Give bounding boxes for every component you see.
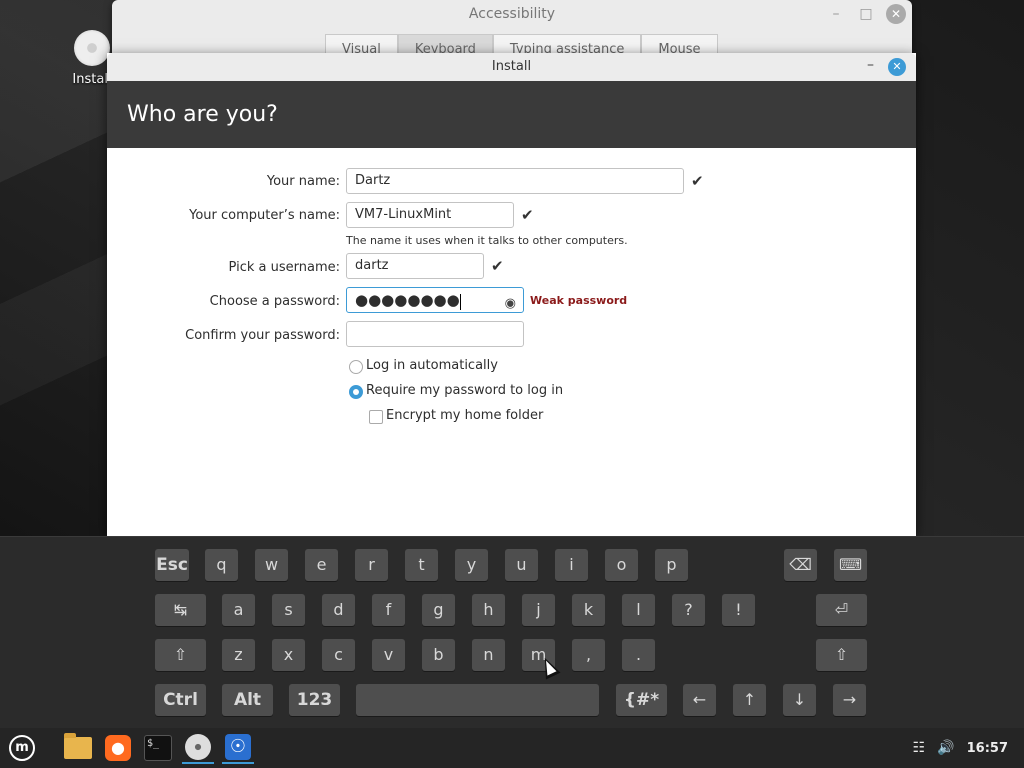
key-c[interactable]: c [322,639,355,671]
name-valid-check-icon: ✔ [691,172,704,190]
auto-login-label[interactable]: Log in automatically [366,358,498,373]
mint-menu-button[interactable]: m [6,732,38,764]
terminal-icon: $_ [144,735,172,761]
volume-icon[interactable]: 🔊 [937,740,954,756]
key-q[interactable]: q [205,549,238,581]
arrow-up-key-icon[interactable]: ↑ [733,684,766,716]
key-symbols[interactable]: {#* [616,684,667,716]
key-b[interactable]: b [422,639,455,671]
arrow-down-key-icon[interactable]: ↓ [783,684,816,716]
key-p[interactable]: p [655,549,688,581]
shift-left-key-icon[interactable]: ⇧ [155,639,206,671]
username-input[interactable]: dartz [346,253,484,279]
confirm-password-label: Confirm your password: [185,328,340,343]
key-123[interactable]: 123 [289,684,340,716]
key-k[interactable]: k [572,594,605,626]
require-password-radio[interactable] [349,385,363,399]
key-d[interactable]: d [322,594,355,626]
key-ctrl[interactable]: Ctrl [155,684,206,716]
window-title: Accessibility [468,6,556,22]
cd-icon [74,30,110,66]
installer-icon [185,734,211,760]
shift-right-key-icon[interactable]: ⇧ [816,639,867,671]
taskbar: m ● $_ ☉ ☷ 🔊 16:57 [0,728,1024,768]
window-title: Install [491,59,532,74]
computer-name-hint: The name it uses when it talks to other … [346,234,628,247]
clock[interactable]: 16:57 [967,741,1008,756]
install-window: Install – ✕ Who are you? Your name: Dart… [107,53,916,536]
name-label: Your name: [266,174,340,189]
key-x[interactable]: x [272,639,305,671]
minimize-icon[interactable]: – [826,6,846,22]
computer-name-valid-check-icon: ✔ [521,206,534,224]
key-n[interactable]: n [472,639,505,671]
key-t[interactable]: t [405,549,438,581]
key-l[interactable]: l [622,594,655,626]
tab-key-icon[interactable]: ↹ [155,594,206,626]
enter-key-icon[interactable]: ⏎ [816,594,867,626]
computer-name-input[interactable]: VM7-LinuxMint [346,202,514,228]
name-input[interactable]: Dartz [346,168,684,194]
mint-menu-icon: m [9,735,35,761]
system-tray: ☷ 🔊 16:57 [913,728,1008,768]
accessibility-taskbar-button[interactable]: ☉ [222,732,254,764]
key-w[interactable]: w [255,549,288,581]
key-g[interactable]: g [422,594,455,626]
terminal-launcher[interactable]: $_ [142,732,174,764]
keyboard-layout-key-icon[interactable]: ⌨ [834,549,867,581]
arrow-right-key-icon[interactable]: → [833,684,866,716]
key-r[interactable]: r [355,549,388,581]
key-question[interactable]: ? [672,594,705,626]
close-icon[interactable]: ✕ [886,4,906,24]
key-comma[interactable]: , [572,639,605,671]
key-esc[interactable]: Esc [155,549,189,581]
username-label: Pick a username: [228,260,340,275]
key-j[interactable]: j [522,594,555,626]
key-alt[interactable]: Alt [222,684,273,716]
key-h[interactable]: h [472,594,505,626]
key-f[interactable]: f [372,594,405,626]
on-screen-keyboard: Esc q w e r t y u i o p ⌫ ⌨ ↹ a s d f g … [0,536,1024,729]
maximize-icon[interactable]: □ [856,6,876,22]
key-v[interactable]: v [372,639,405,671]
key-y[interactable]: y [455,549,488,581]
username-valid-check-icon: ✔ [491,257,504,275]
password-input[interactable]: ●●●●●●●● ◉ [346,287,524,313]
desktop: Install Accessibility – □ ✕ Visual Keybo… [0,0,1024,536]
key-e[interactable]: e [305,549,338,581]
key-i[interactable]: i [555,549,588,581]
encrypt-home-checkbox[interactable] [369,410,383,424]
page-title: Who are you? [107,81,916,148]
key-period[interactable]: . [622,639,655,671]
accessibility-icon: ☉ [225,734,251,760]
computer-name-label: Your computer’s name: [189,208,340,223]
key-z[interactable]: z [222,639,255,671]
require-password-label[interactable]: Require my password to log in [366,383,563,398]
files-launcher[interactable] [62,732,94,764]
network-icon[interactable]: ☷ [913,740,926,756]
password-dots: ●●●●●●●● [355,291,460,309]
show-password-eye-icon[interactable]: ◉ [505,292,516,316]
accessibility-window: Accessibility – □ ✕ Visual Keyboard Typi… [112,0,912,61]
key-u[interactable]: u [505,549,538,581]
key-exclamation[interactable]: ! [722,594,755,626]
key-s[interactable]: s [272,594,305,626]
backspace-key-icon[interactable]: ⌫ [784,549,817,581]
encrypt-home-label[interactable]: Encrypt my home folder [386,408,543,423]
close-icon[interactable]: ✕ [888,58,906,76]
firefox-icon: ● [105,735,131,761]
confirm-password-input[interactable] [346,321,524,347]
key-o[interactable]: o [605,549,638,581]
password-label: Choose a password: [209,294,340,309]
auto-login-radio[interactable] [349,360,363,374]
files-icon [64,733,92,759]
password-strength-label: Weak password [530,294,628,307]
title-bar: Install – ✕ [107,53,916,81]
key-a[interactable]: a [222,594,255,626]
minimize-icon[interactable]: – [867,57,874,73]
installer-taskbar-button[interactable] [182,732,214,764]
key-space[interactable] [356,684,599,716]
arrow-left-key-icon[interactable]: ← [683,684,716,716]
firefox-launcher[interactable]: ● [102,732,134,764]
